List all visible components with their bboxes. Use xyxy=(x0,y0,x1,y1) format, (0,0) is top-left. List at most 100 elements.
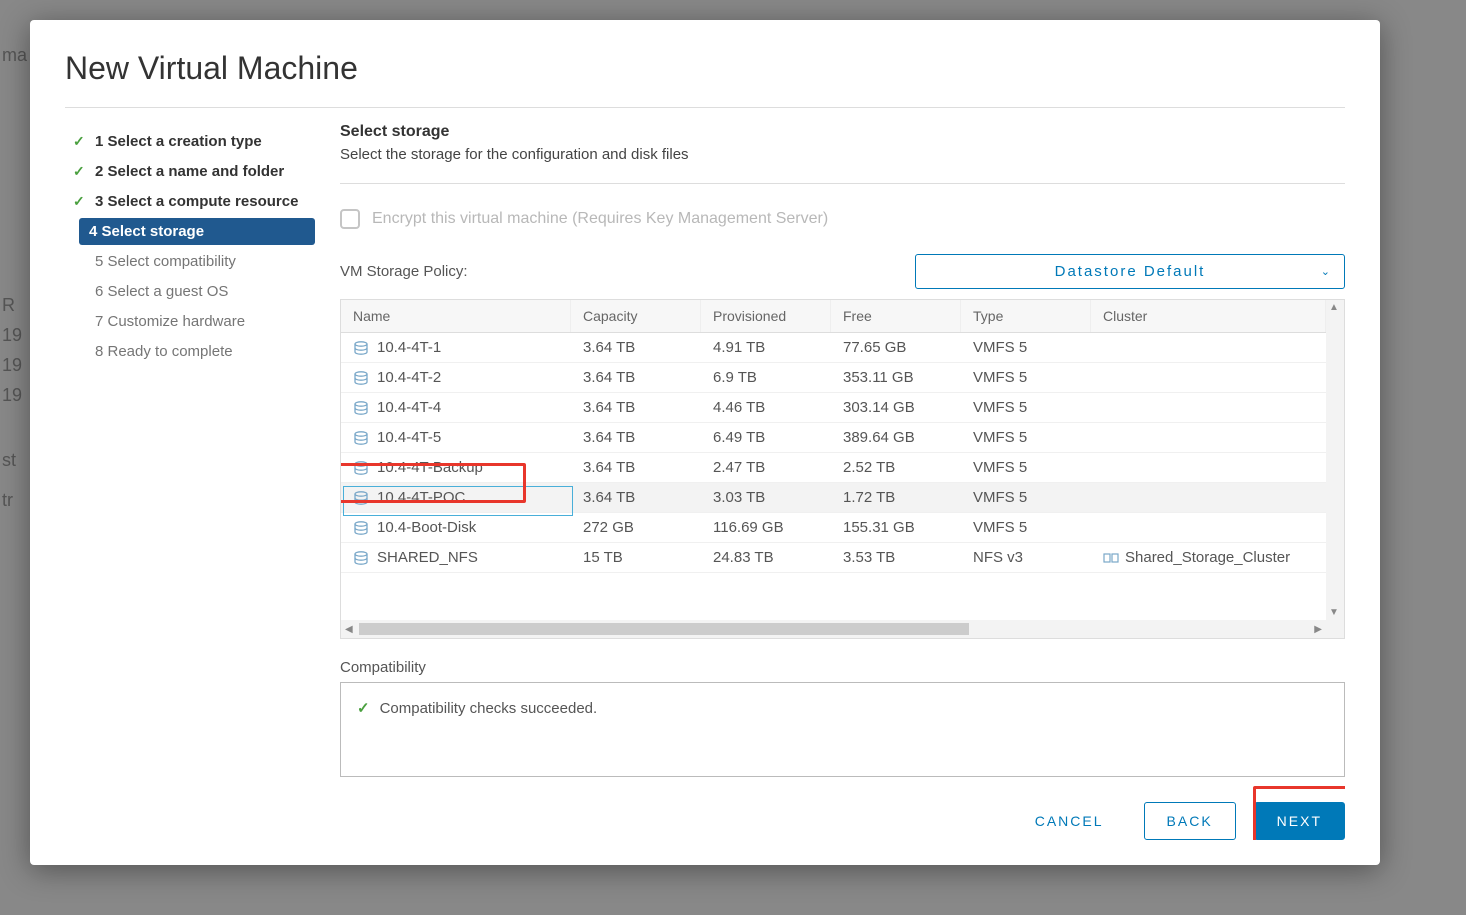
cell-provisioned: 4.46 TB xyxy=(701,393,831,422)
cell-free: 3.53 TB xyxy=(831,543,961,572)
bg-text: st xyxy=(2,450,16,471)
bg-text: ma xyxy=(2,45,27,66)
bg-text: 19 xyxy=(2,355,22,376)
new-vm-wizard-modal: New Virtual Machine ✓ 1 Select a creation… xyxy=(30,20,1380,865)
cell-provisioned: 116.69 GB xyxy=(701,513,831,542)
cell-capacity: 3.64 TB xyxy=(571,453,701,482)
step-label: 1 Select a creation type xyxy=(95,133,262,150)
horizontal-scrollbar[interactable]: ◀ ▶ xyxy=(341,620,1326,638)
cell-capacity: 3.64 TB xyxy=(571,393,701,422)
encrypt-row: Encrypt this virtual machine (Requires K… xyxy=(340,209,1345,229)
cancel-button[interactable]: CANCEL xyxy=(1013,803,1126,839)
cell-name: SHARED_NFS xyxy=(377,549,478,566)
check-icon: ✓ xyxy=(73,163,87,180)
cell-capacity: 15 TB xyxy=(571,543,701,572)
wizard-step[interactable]: 6 Select a guest OS xyxy=(65,278,315,305)
table-row[interactable]: 10.4-4T-13.64 TB4.91 TB77.65 GBVMFS 5 xyxy=(341,333,1344,363)
wizard-step[interactable]: 7 Customize hardware xyxy=(65,308,315,335)
cell-name: 10.4-4T-Backup xyxy=(377,459,483,476)
cell-capacity: 3.64 TB xyxy=(571,333,701,362)
cluster-icon xyxy=(1103,551,1119,565)
compatibility-message: Compatibility checks succeeded. xyxy=(380,700,598,717)
check-icon: ✓ xyxy=(73,133,87,150)
cell-name: 10.4-Boot-Disk xyxy=(377,519,476,536)
vm-storage-policy-select[interactable]: Datastore Default ⌄ xyxy=(915,254,1345,289)
cell-type: NFS v3 xyxy=(961,543,1091,572)
scroll-down-icon: ▼ xyxy=(1329,607,1339,618)
content-subheading: Select the storage for the configuration… xyxy=(340,146,1345,163)
cell-free: 353.11 GB xyxy=(831,363,961,392)
modal-title: New Virtual Machine xyxy=(65,50,1345,87)
cell-capacity: 3.64 TB xyxy=(571,483,701,512)
table-row[interactable]: 10.4-4T-POC3.64 TB3.03 TB1.72 TBVMFS 5 xyxy=(341,483,1344,513)
scroll-corner xyxy=(1326,620,1344,638)
table-row[interactable]: 10.4-4T-43.64 TB4.46 TB303.14 GBVMFS 5 xyxy=(341,393,1344,423)
cell-name: 10.4-4T-1 xyxy=(377,339,441,356)
cell-provisioned: 3.03 TB xyxy=(701,483,831,512)
chevron-down-icon: ⌄ xyxy=(1321,265,1332,278)
col-cluster[interactable]: Cluster xyxy=(1091,300,1326,332)
col-capacity[interactable]: Capacity xyxy=(571,300,701,332)
datastore-icon xyxy=(353,401,369,415)
table-row[interactable]: SHARED_NFS15 TB24.83 TB3.53 TBNFS v3Shar… xyxy=(341,543,1344,573)
cell-type: VMFS 5 xyxy=(961,423,1091,452)
step-label: 5 Select compatibility xyxy=(95,253,236,270)
table-row[interactable]: 10.4-4T-53.64 TB6.49 TB389.64 GBVMFS 5 xyxy=(341,423,1344,453)
cell-free: 155.31 GB xyxy=(831,513,961,542)
wizard-content: Select storage Select the storage for th… xyxy=(340,123,1345,840)
cell-cluster xyxy=(1091,423,1326,452)
col-type[interactable]: Type xyxy=(961,300,1091,332)
wizard-step[interactable]: 5 Select compatibility xyxy=(65,248,315,275)
vm-storage-policy-value: Datastore Default xyxy=(1055,263,1206,280)
back-button[interactable]: BACK xyxy=(1144,802,1236,840)
encrypt-checkbox[interactable] xyxy=(340,209,360,229)
scroll-thumb[interactable] xyxy=(359,623,970,635)
compatibility-label: Compatibility xyxy=(340,659,1345,676)
content-heading: Select storage xyxy=(340,123,1345,141)
table-row[interactable]: 10.4-4T-Backup3.64 TB2.47 TB2.52 TBVMFS … xyxy=(341,453,1344,483)
bg-text: tr xyxy=(2,490,13,511)
datastore-icon xyxy=(353,461,369,475)
wizard-step[interactable]: ✓ 1 Select a creation type xyxy=(65,128,315,155)
scroll-left-icon: ◀ xyxy=(341,624,357,635)
wizard-step[interactable]: ✓2 Select a name and folder xyxy=(65,158,315,185)
cell-name: 10.4-4T-POC xyxy=(377,489,465,506)
cell-cluster xyxy=(1091,393,1326,422)
wizard-step[interactable]: 4 Select storage xyxy=(79,218,315,245)
cell-cluster xyxy=(1091,483,1326,512)
cell-cluster xyxy=(1091,363,1326,392)
cell-type: VMFS 5 xyxy=(961,393,1091,422)
cell-capacity: 3.64 TB xyxy=(571,363,701,392)
col-name[interactable]: Name xyxy=(341,300,571,332)
next-button[interactable]: NEXT xyxy=(1254,802,1345,840)
datastore-icon xyxy=(353,431,369,445)
cell-type: VMFS 5 xyxy=(961,333,1091,362)
table-row[interactable]: 10.4-4T-23.64 TB6.9 TB353.11 GBVMFS 5 xyxy=(341,363,1344,393)
col-free[interactable]: Free xyxy=(831,300,961,332)
cell-provisioned: 6.49 TB xyxy=(701,423,831,452)
vm-storage-policy-label: VM Storage Policy: xyxy=(340,263,468,280)
grid-body: 10.4-4T-13.64 TB4.91 TB77.65 GBVMFS 510.… xyxy=(341,333,1344,638)
bg-text: 19 xyxy=(2,325,22,346)
col-provisioned[interactable]: Provisioned xyxy=(701,300,831,332)
vertical-scrollbar[interactable]: ▲ ▼ xyxy=(1326,300,1344,620)
wizard-step[interactable]: ✓3 Select a compute resource xyxy=(65,188,315,215)
table-row[interactable]: 10.4-Boot-Disk272 GB116.69 GB155.31 GBVM… xyxy=(341,513,1344,543)
cell-capacity: 272 GB xyxy=(571,513,701,542)
step-label: 8 Ready to complete xyxy=(95,343,233,360)
datastore-icon xyxy=(353,491,369,505)
cell-name: 10.4-4T-5 xyxy=(377,429,441,446)
cell-type: VMFS 5 xyxy=(961,363,1091,392)
step-label: 6 Select a guest OS xyxy=(95,283,228,300)
wizard-step[interactable]: 8 Ready to complete xyxy=(65,338,315,365)
cell-free: 1.72 TB xyxy=(831,483,961,512)
datastore-grid: Name Capacity Provisioned Free Type Clus… xyxy=(340,299,1345,639)
datastore-icon xyxy=(353,371,369,385)
cell-type: VMFS 5 xyxy=(961,453,1091,482)
cell-provisioned: 6.9 TB xyxy=(701,363,831,392)
bg-text: 19 xyxy=(2,385,22,406)
cell-cluster: Shared_Storage_Cluster xyxy=(1091,543,1326,572)
check-icon: ✓ xyxy=(73,193,87,210)
cell-provisioned: 2.47 TB xyxy=(701,453,831,482)
cell-name: 10.4-4T-4 xyxy=(377,399,441,416)
